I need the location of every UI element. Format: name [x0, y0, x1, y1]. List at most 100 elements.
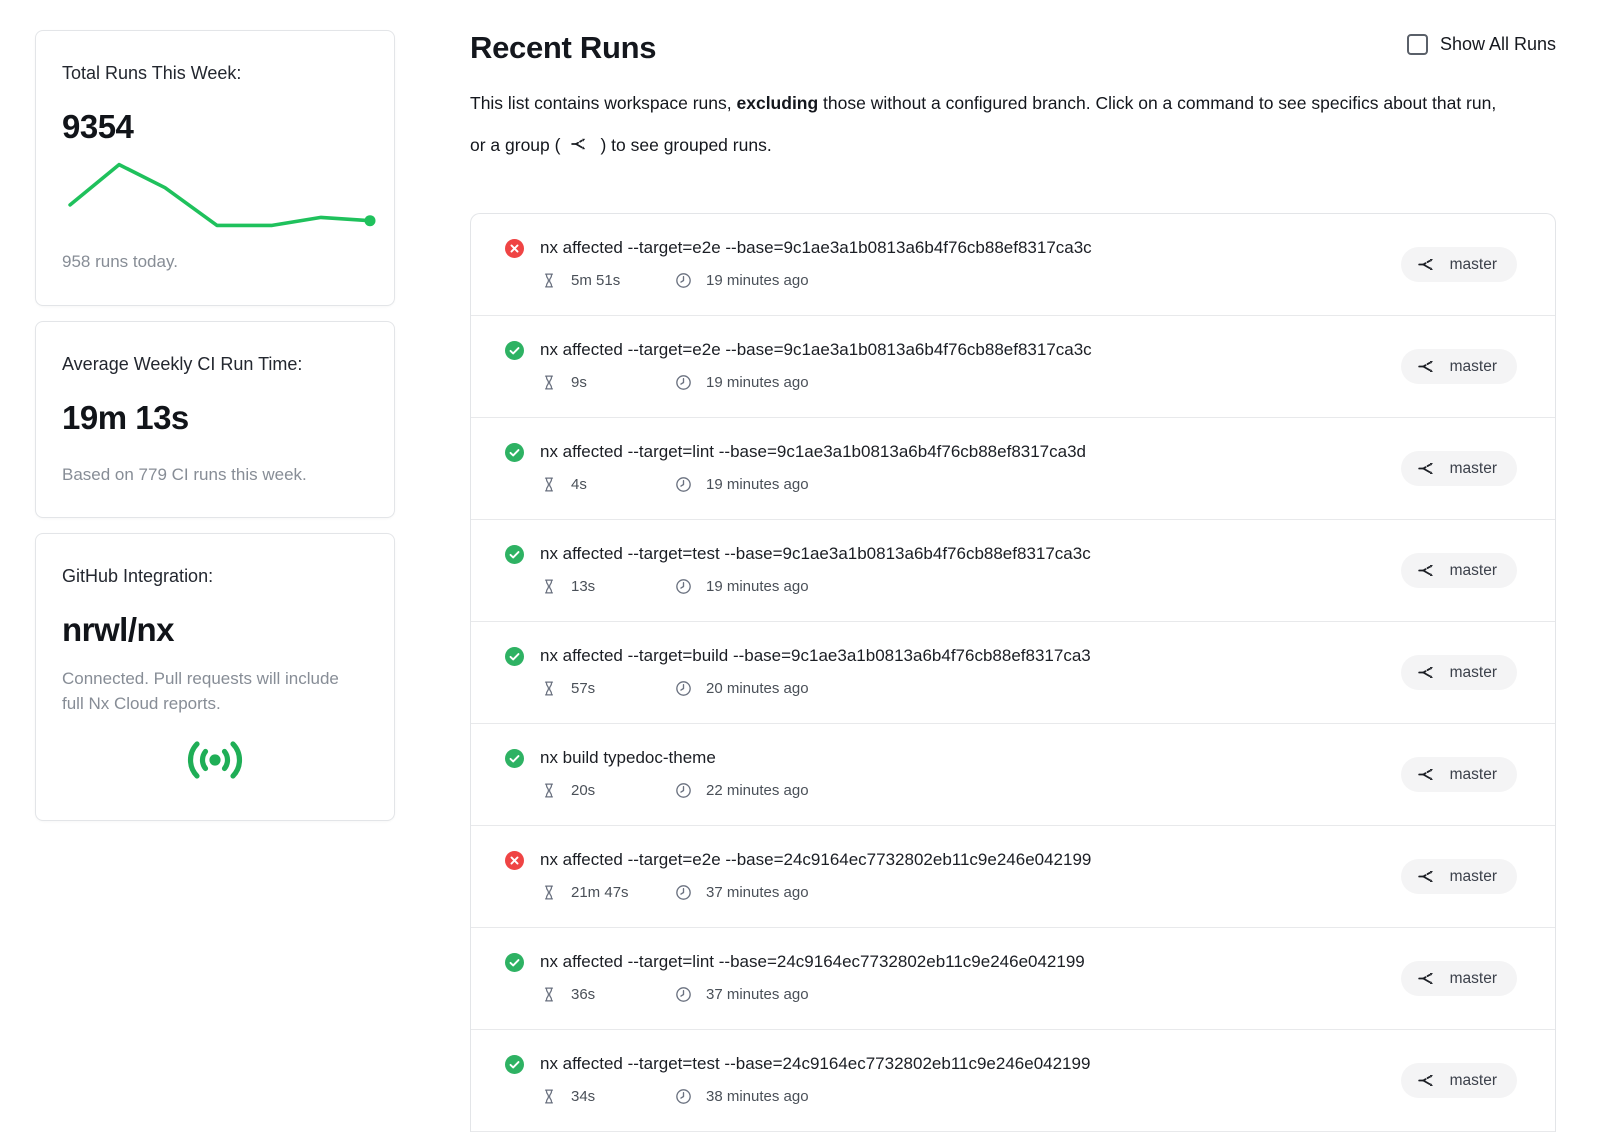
branch-split-icon [1417, 662, 1438, 683]
run-row[interactable]: nx affected --target=build --base=9c1ae3… [471, 622, 1555, 724]
run-status-icon [505, 953, 524, 972]
github-repo-value: nrwl/nx [62, 611, 368, 649]
clock-icon [674, 781, 693, 800]
branch-split-icon [1417, 1070, 1438, 1091]
branch-badge[interactable]: master [1401, 247, 1517, 282]
hourglass-icon [540, 270, 558, 291]
run-row[interactable]: nx affected --target=e2e --base=9c1ae3a1… [471, 316, 1555, 418]
run-row[interactable]: nx affected --target=e2e --base=9c1ae3a1… [471, 214, 1555, 316]
run-status-icon [505, 851, 524, 870]
github-integration-card: GitHub Integration: nrwl/nx Connected. P… [35, 533, 395, 820]
branch-badge-label: master [1450, 460, 1497, 478]
page-title: Recent Runs [470, 30, 656, 66]
avg-ci-time-card: Average Weekly CI Run Time: 19m 13s Base… [35, 321, 395, 519]
sparkline-svg [62, 156, 374, 234]
branch-badge[interactable]: master [1401, 961, 1517, 996]
hourglass-icon [540, 372, 558, 393]
run-duration: 34s [571, 1088, 595, 1105]
run-command-link[interactable]: nx affected --target=lint --base=9c1ae3a… [540, 442, 1086, 462]
hourglass-icon [540, 984, 558, 1005]
run-time-ago: 19 minutes ago [706, 374, 809, 391]
run-status-icon [505, 443, 524, 462]
show-all-runs-checkbox[interactable] [1407, 34, 1428, 55]
run-command-link[interactable]: nx affected --target=e2e --base=9c1ae3a1… [540, 238, 1092, 258]
branch-badge[interactable]: master [1401, 655, 1517, 690]
run-row[interactable]: nx build typedoc-theme 20s [471, 724, 1555, 826]
hourglass-icon [540, 678, 558, 699]
run-status-icon [505, 1055, 524, 1074]
run-time-ago: 19 minutes ago [706, 272, 809, 289]
stats-sidebar: Total Runs This Week: 9354 958 runs toda… [35, 30, 395, 1132]
runs-description: This list contains workspace runs, exclu… [470, 82, 1510, 169]
branch-badge[interactable]: master [1401, 859, 1517, 894]
runs-list: nx affected --target=e2e --base=9c1ae3a1… [470, 213, 1556, 1132]
branch-split-icon [1417, 254, 1438, 275]
run-command-link[interactable]: nx build typedoc-theme [540, 748, 716, 768]
page: Total Runs This Week: 9354 958 runs toda… [0, 0, 1600, 1132]
run-command-link[interactable]: nx affected --target=test --base=9c1ae3a… [540, 544, 1091, 564]
run-time-ago: 37 minutes ago [706, 884, 809, 901]
branch-badge-label: master [1450, 358, 1497, 376]
show-all-runs-toggle[interactable]: Show All Runs [1407, 34, 1556, 55]
group-split-icon [570, 127, 590, 169]
run-row[interactable]: nx affected --target=e2e --base=24c9164e… [471, 826, 1555, 928]
run-command-link[interactable]: nx affected --target=test --base=24c9164… [540, 1054, 1090, 1074]
description-text: ) to see grouped runs. [600, 135, 771, 155]
run-duration: 57s [571, 680, 595, 697]
run-command-link[interactable]: nx affected --target=e2e --base=9c1ae3a1… [540, 340, 1092, 360]
run-row[interactable]: nx affected --target=lint --base=24c9164… [471, 928, 1555, 1030]
description-text: This list contains workspace runs, [470, 93, 737, 113]
run-command-link[interactable]: nx affected --target=lint --base=24c9164… [540, 952, 1085, 972]
run-status-icon [505, 239, 524, 258]
run-command-link[interactable]: nx affected --target=build --base=9c1ae3… [540, 646, 1091, 666]
broadcast-signal-icon [183, 735, 247, 790]
branch-badge[interactable]: master [1401, 349, 1517, 384]
run-status-icon [505, 749, 524, 768]
branch-badge-label: master [1450, 1072, 1497, 1090]
run-status-icon [505, 341, 524, 360]
branch-badge-label: master [1450, 664, 1497, 682]
run-duration: 36s [571, 986, 595, 1003]
branch-badge[interactable]: master [1401, 553, 1517, 588]
run-status-icon [505, 647, 524, 666]
run-duration: 13s [571, 578, 595, 595]
total-runs-title: Total Runs This Week: [62, 63, 368, 84]
run-duration: 21m 47s [571, 884, 629, 901]
clock-icon [674, 271, 693, 290]
branch-split-icon [1417, 866, 1438, 887]
github-connected-subtext: Connected. Pull requests will include fu… [62, 667, 354, 716]
branch-badge[interactable]: master [1401, 757, 1517, 792]
avg-ci-time-title: Average Weekly CI Run Time: [62, 354, 368, 375]
branch-badge-label: master [1450, 766, 1497, 784]
branch-split-icon [1417, 968, 1438, 989]
run-duration: 4s [571, 476, 587, 493]
avg-ci-time-value: 19m 13s [62, 399, 368, 437]
run-time-ago: 20 minutes ago [706, 680, 809, 697]
branch-badge-label: master [1450, 970, 1497, 988]
recent-runs-section: Recent Runs Show All Runs This list cont… [470, 30, 1556, 1132]
hourglass-icon [540, 1086, 558, 1107]
branch-split-icon [1417, 560, 1438, 581]
hourglass-icon [540, 882, 558, 903]
clock-icon [674, 883, 693, 902]
branch-badge-label: master [1450, 256, 1497, 274]
run-time-ago: 22 minutes ago [706, 782, 809, 799]
run-duration: 20s [571, 782, 595, 799]
run-duration: 5m 51s [571, 272, 620, 289]
branch-badge[interactable]: master [1401, 1063, 1517, 1098]
branch-badge-label: master [1450, 868, 1497, 886]
run-command-link[interactable]: nx affected --target=e2e --base=24c9164e… [540, 850, 1091, 870]
avg-ci-time-subtext: Based on 779 CI runs this week. [62, 463, 368, 488]
clock-icon [674, 373, 693, 392]
clock-icon [674, 475, 693, 494]
branch-badge[interactable]: master [1401, 451, 1517, 486]
show-all-runs-label: Show All Runs [1440, 34, 1556, 55]
clock-icon [674, 1087, 693, 1106]
clock-icon [674, 985, 693, 1004]
run-row[interactable]: nx affected --target=lint --base=9c1ae3a… [471, 418, 1555, 520]
clock-icon [674, 679, 693, 698]
run-row[interactable]: nx affected --target=test --base=9c1ae3a… [471, 520, 1555, 622]
branch-badge-label: master [1450, 562, 1497, 580]
runs-sparkline-chart [62, 156, 368, 234]
run-row[interactable]: nx affected --target=test --base=24c9164… [471, 1030, 1555, 1132]
